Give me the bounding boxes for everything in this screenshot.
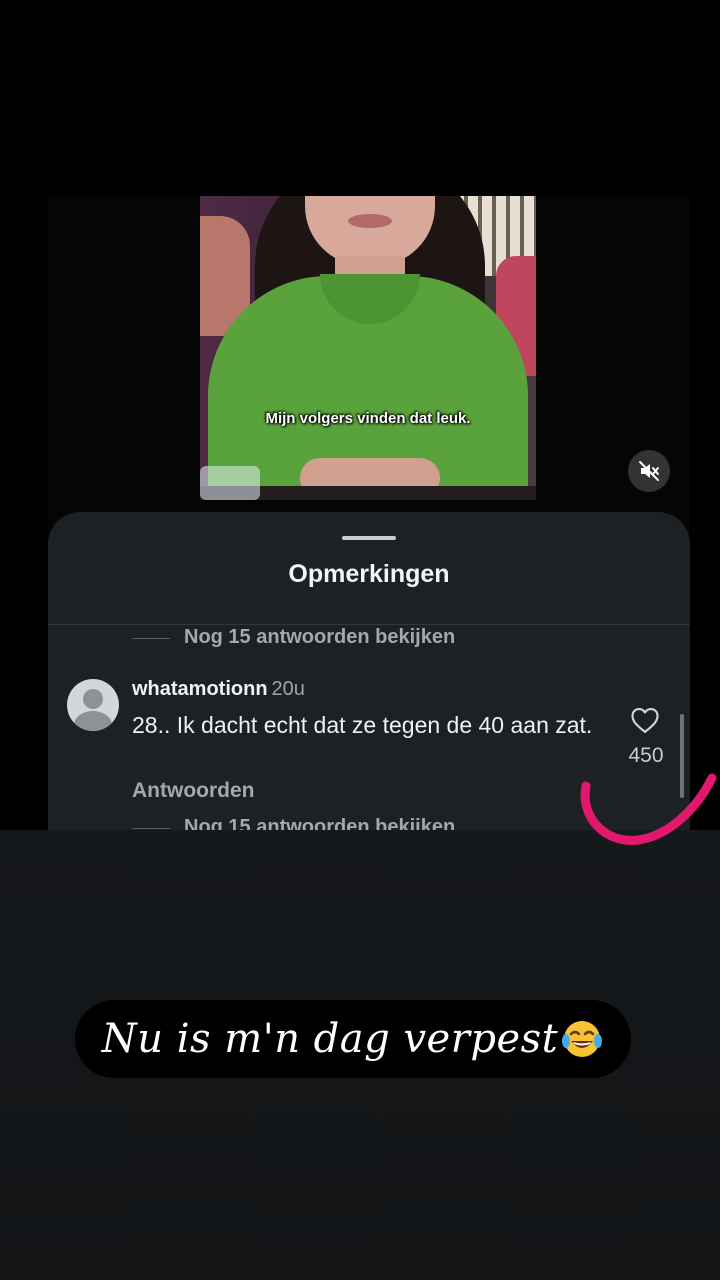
mute-button[interactable] [628,450,670,492]
avatar[interactable] [67,679,119,731]
view-replies-line [132,638,170,639]
video-glass [200,466,260,500]
comment-timestamp: 20u [271,678,305,700]
heart-icon[interactable] [630,706,660,734]
speaker-muted-icon [639,461,659,481]
sheet-drag-handle[interactable] [342,536,396,540]
pink-underline-annotation [580,773,717,845]
sheet-title: Opmerkingen [288,560,450,588]
video-subject-lips [348,214,392,228]
video-frame[interactable]: Mijn volgers vinden dat leuk. [200,196,536,500]
reply-button[interactable]: Antwoorden [132,779,254,803]
comment-username[interactable]: whatamotionn 20u [132,678,305,701]
view-more-replies-link-bottom[interactable]: Nog 15 antwoorden bekijken [184,816,455,830]
default-avatar-icon [74,689,112,731]
shared-screenshot: Mijn volgers vinden dat leuk. Opmerkinge… [48,196,690,830]
like-count: 450 [628,744,664,767]
comment-text: 28.. Ik dacht echt dat ze tegen de 40 aa… [132,712,593,738]
comment-username-text[interactable]: whatamotionn [132,678,268,700]
view-replies-line-bottom [132,828,170,829]
video-subtitle: Mijn volgers vinden dat leuk. [265,410,471,427]
story-caption: Nu is m'n dag verpest [75,1000,631,1078]
story-caption-text: Nu is m'n dag verpest [101,1016,559,1062]
face-with-tears-of-joy-icon [562,1021,603,1057]
sheet-divider [48,624,690,625]
view-more-replies-link[interactable]: Nog 15 antwoorden bekijken [184,626,455,649]
